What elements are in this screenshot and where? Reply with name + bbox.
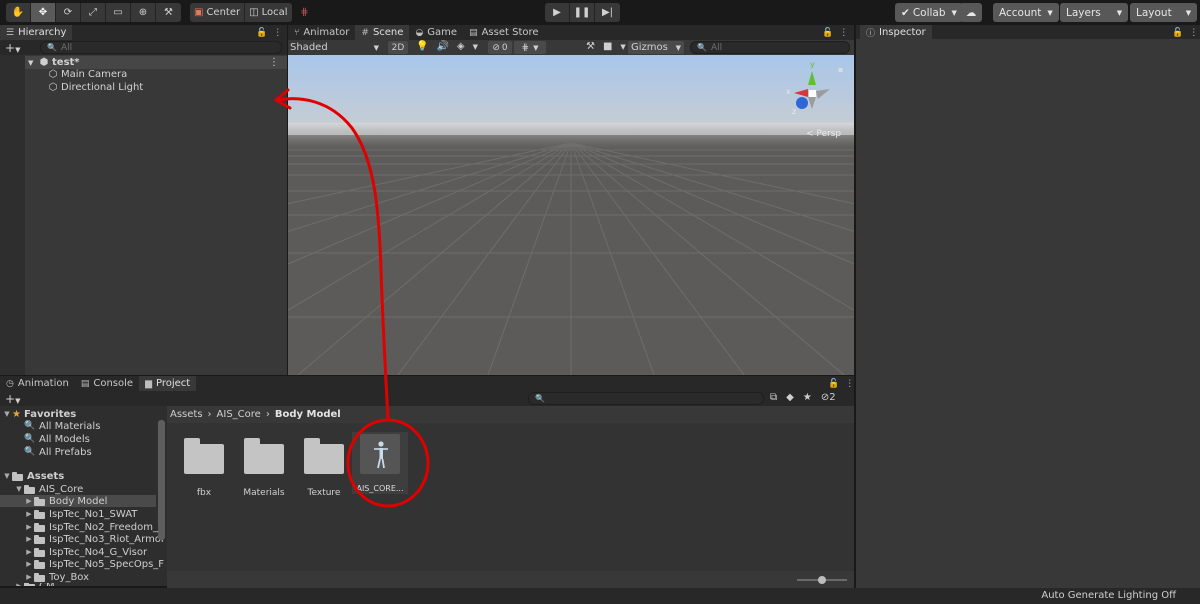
lighting-status-text: Auto Generate Lighting Off: [1041, 590, 1176, 601]
drag-arrow-annotation: [274, 88, 430, 508]
status-bar: [0, 588, 1200, 604]
annotation-overlay: [274, 88, 430, 508]
